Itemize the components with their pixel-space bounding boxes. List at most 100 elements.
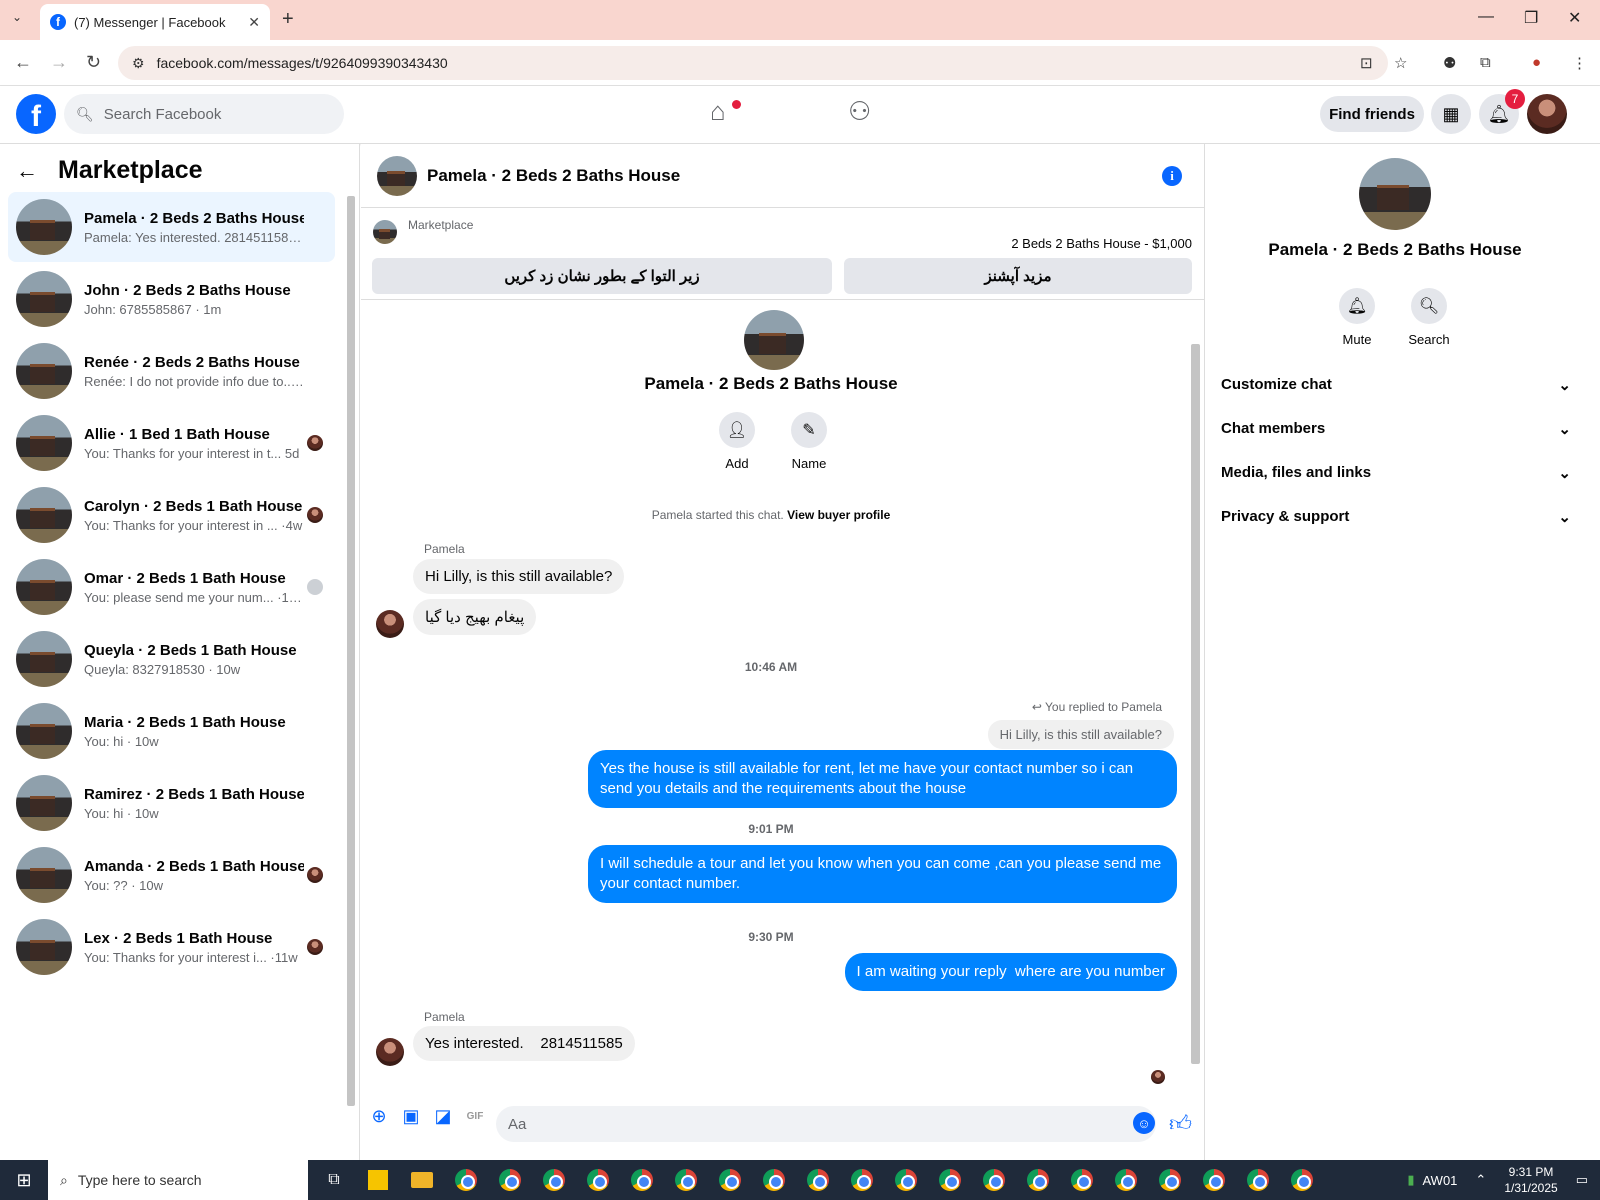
quoted-message[interactable]: Hi Lilly, is this still available? [987, 720, 1174, 749]
network-signal-icon[interactable]: ▮ [1407, 1172, 1414, 1188]
back-arrow-icon[interactable]: ← [16, 158, 38, 184]
media-files-section[interactable]: Media, files and links ⌄ [1221, 464, 1571, 482]
chat-members-section[interactable]: Chat members ⌄ [1221, 420, 1571, 438]
conversation-item[interactable]: Queyla · 2 Beds 1 Bath House Queyla: 8327… [8, 624, 335, 694]
outgoing-message[interactable]: I will schedule a tour and let you know … [588, 845, 1177, 903]
chrome-taskbar-icon[interactable] [976, 1160, 1012, 1200]
add-member-button[interactable]: 👤︎ Add [702, 412, 772, 471]
chrome-taskbar-icon[interactable] [624, 1160, 660, 1200]
reload-icon[interactable]: ↻ [86, 52, 101, 73]
chat-scrollbar[interactable] [1191, 344, 1200, 1064]
sticker-icon[interactable]: ◪ [433, 1106, 453, 1126]
incoming-message[interactable]: Hi Lilly, is this still available? [413, 559, 625, 594]
conversation-item[interactable]: Carolyn · 2 Beds 1 Bath House You: Thanks… [8, 480, 335, 550]
conversation-item[interactable]: John · 2 Beds 2 Baths House John: 6785585… [8, 264, 335, 334]
new-tab-icon[interactable]: + [282, 8, 294, 31]
emoji-icon[interactable]: ☺ [1133, 1112, 1155, 1134]
conversation-item[interactable]: Lex · 2 Beds 1 Bath House You: Thanks for… [8, 912, 335, 982]
conversation-item[interactable]: Pamela · 2 Beds 2 Baths House Pamela: Yes… [8, 192, 335, 262]
more-actions-plus-icon[interactable]: ⊕ [369, 1106, 389, 1126]
tab-search-icon[interactable]: ⌄ [12, 10, 22, 24]
chrome-taskbar-icon[interactable] [1196, 1160, 1232, 1200]
conversation-item[interactable]: Omar · 2 Beds 1 Bath House You: please se… [8, 552, 335, 622]
rename-button[interactable]: ✎ Name [774, 412, 844, 471]
file-explorer-icon[interactable] [404, 1160, 440, 1200]
attach-photo-icon[interactable]: ▣ [401, 1106, 421, 1126]
chrome-taskbar-icon[interactable] [1240, 1160, 1276, 1200]
conversation-item[interactable]: Amanda · 2 Beds 1 Bath House You: ?? · 10… [8, 840, 335, 910]
outgoing-message[interactable]: I am waiting your reply where are you nu… [844, 953, 1177, 991]
forward-icon[interactable]: → [50, 52, 68, 73]
listing-thumbnail[interactable] [373, 220, 397, 244]
chrome-taskbar-icon[interactable] [580, 1160, 616, 1200]
notification-center-icon[interactable]: ▭ [1576, 1172, 1588, 1188]
account-avatar[interactable] [1527, 94, 1567, 134]
chrome-taskbar-icon[interactable] [492, 1160, 528, 1200]
chrome-taskbar-icon[interactable] [536, 1160, 572, 1200]
conversation-item[interactable]: Allie · 1 Bed 1 Bath House You: Thanks fo… [8, 408, 335, 478]
install-app-icon[interactable]: ⊡ [1360, 54, 1373, 72]
chrome-taskbar-icon[interactable] [844, 1160, 880, 1200]
sender-avatar[interactable] [376, 610, 404, 638]
profile-icon[interactable]: ● [1532, 54, 1541, 71]
find-friends-button[interactable]: Find friends [1320, 96, 1424, 132]
extension-robot-icon[interactable]: ⚉ [1443, 54, 1456, 72]
privacy-support-section[interactable]: Privacy & support ⌄ [1221, 508, 1571, 526]
taskbar-clock[interactable]: 9:31 PM 1/31/2025 [1504, 1164, 1557, 1196]
mark-pending-button[interactable]: زیر التوا کے بطور نشان زد کریں [372, 258, 832, 294]
sidebar-scrollbar[interactable] [347, 196, 355, 1106]
customize-chat-section[interactable]: Customize chat ⌄ [1221, 376, 1571, 394]
restore-icon[interactable]: ❐ [1524, 8, 1538, 28]
chrome-taskbar-icon[interactable] [668, 1160, 704, 1200]
minimize-icon[interactable]: — [1478, 8, 1494, 26]
chrome-taskbar-icon[interactable] [1064, 1160, 1100, 1200]
sender-avatar[interactable] [376, 1038, 404, 1066]
extensions-puzzle-icon[interactable]: ⧉ [1480, 54, 1491, 71]
conversation-item[interactable]: Renée · 2 Beds 2 Baths House Renée: I do … [8, 336, 335, 406]
chat-header-avatar[interactable] [377, 155, 417, 196]
facebook-logo-icon[interactable]: f [16, 94, 56, 134]
back-icon[interactable]: ← [14, 52, 32, 73]
conversation-item[interactable]: Maria · 2 Beds 1 Bath House You: hi · 10w [8, 696, 335, 766]
home-icon[interactable]: ⌂ [710, 96, 726, 127]
message-input[interactable]: Aa [496, 1106, 1156, 1142]
site-info-icon[interactable]: ⚙ [132, 55, 145, 72]
friends-icon[interactable]: ⚇ [848, 96, 871, 127]
chrome-taskbar-icon[interactable] [1108, 1160, 1144, 1200]
chrome-taskbar-icon[interactable] [932, 1160, 968, 1200]
sticky-notes-icon[interactable] [360, 1160, 396, 1200]
info-icon[interactable]: i [1162, 166, 1182, 186]
view-buyer-profile-link[interactable]: View buyer profile [787, 508, 890, 522]
task-view-icon[interactable]: ⧉ [316, 1160, 352, 1200]
tab-close-icon[interactable]: ✕ [248, 14, 260, 31]
incoming-message[interactable]: پیغام بھیج دیا گیا [413, 599, 537, 635]
window-close-icon[interactable]: ✕ [1568, 8, 1581, 28]
gif-icon[interactable]: GIF [465, 1106, 485, 1126]
address-bar[interactable]: ⚙ facebook.com/messages/t/92640993903434… [118, 46, 1388, 80]
outgoing-message[interactable]: Yes the house is still available for ren… [588, 750, 1177, 808]
chrome-taskbar-icon[interactable] [1020, 1160, 1056, 1200]
chrome-taskbar-icon[interactable] [888, 1160, 924, 1200]
panel-avatar[interactable] [1359, 158, 1431, 230]
conversation-item[interactable]: Ramirez · 2 Beds 1 Bath House You: hi · 1… [8, 768, 335, 838]
windows-start-icon[interactable]: ⊞ [0, 1160, 48, 1200]
chrome-taskbar-icon[interactable] [448, 1160, 484, 1200]
listing-price[interactable]: 2 Beds 2 Baths House - $1,000 [1011, 236, 1192, 251]
chrome-taskbar-icon[interactable] [1152, 1160, 1188, 1200]
bookmark-star-icon[interactable]: ☆ [1394, 54, 1407, 72]
menu-grid-icon[interactable]: ▦ [1431, 94, 1471, 134]
mute-button[interactable]: 🔔︎ Mute [1322, 288, 1392, 347]
search-conversation-button[interactable]: 🔍︎ Search [1394, 288, 1464, 347]
thread-profile-avatar[interactable] [744, 310, 804, 370]
tray-overflow-icon[interactable]: ⌃ [1475, 1172, 1486, 1188]
taskbar-search-input[interactable]: ⌕ Type here to search [48, 1160, 308, 1200]
facebook-search-input[interactable]: 🔍︎ Search Facebook [64, 94, 344, 134]
more-options-button[interactable]: مزید آپشنز [844, 258, 1192, 294]
chrome-taskbar-icon[interactable] [712, 1160, 748, 1200]
chrome-taskbar-icon[interactable] [756, 1160, 792, 1200]
incoming-message[interactable]: Yes interested. 2814511585 [413, 1026, 635, 1061]
chrome-taskbar-icon[interactable] [800, 1160, 836, 1200]
browser-menu-icon[interactable]: ⋮ [1572, 54, 1587, 72]
browser-tab[interactable]: f (7) Messenger | Facebook ✕ [40, 4, 270, 40]
thumbs-up-icon[interactable]: 👍︎ [1169, 1110, 1192, 1137]
